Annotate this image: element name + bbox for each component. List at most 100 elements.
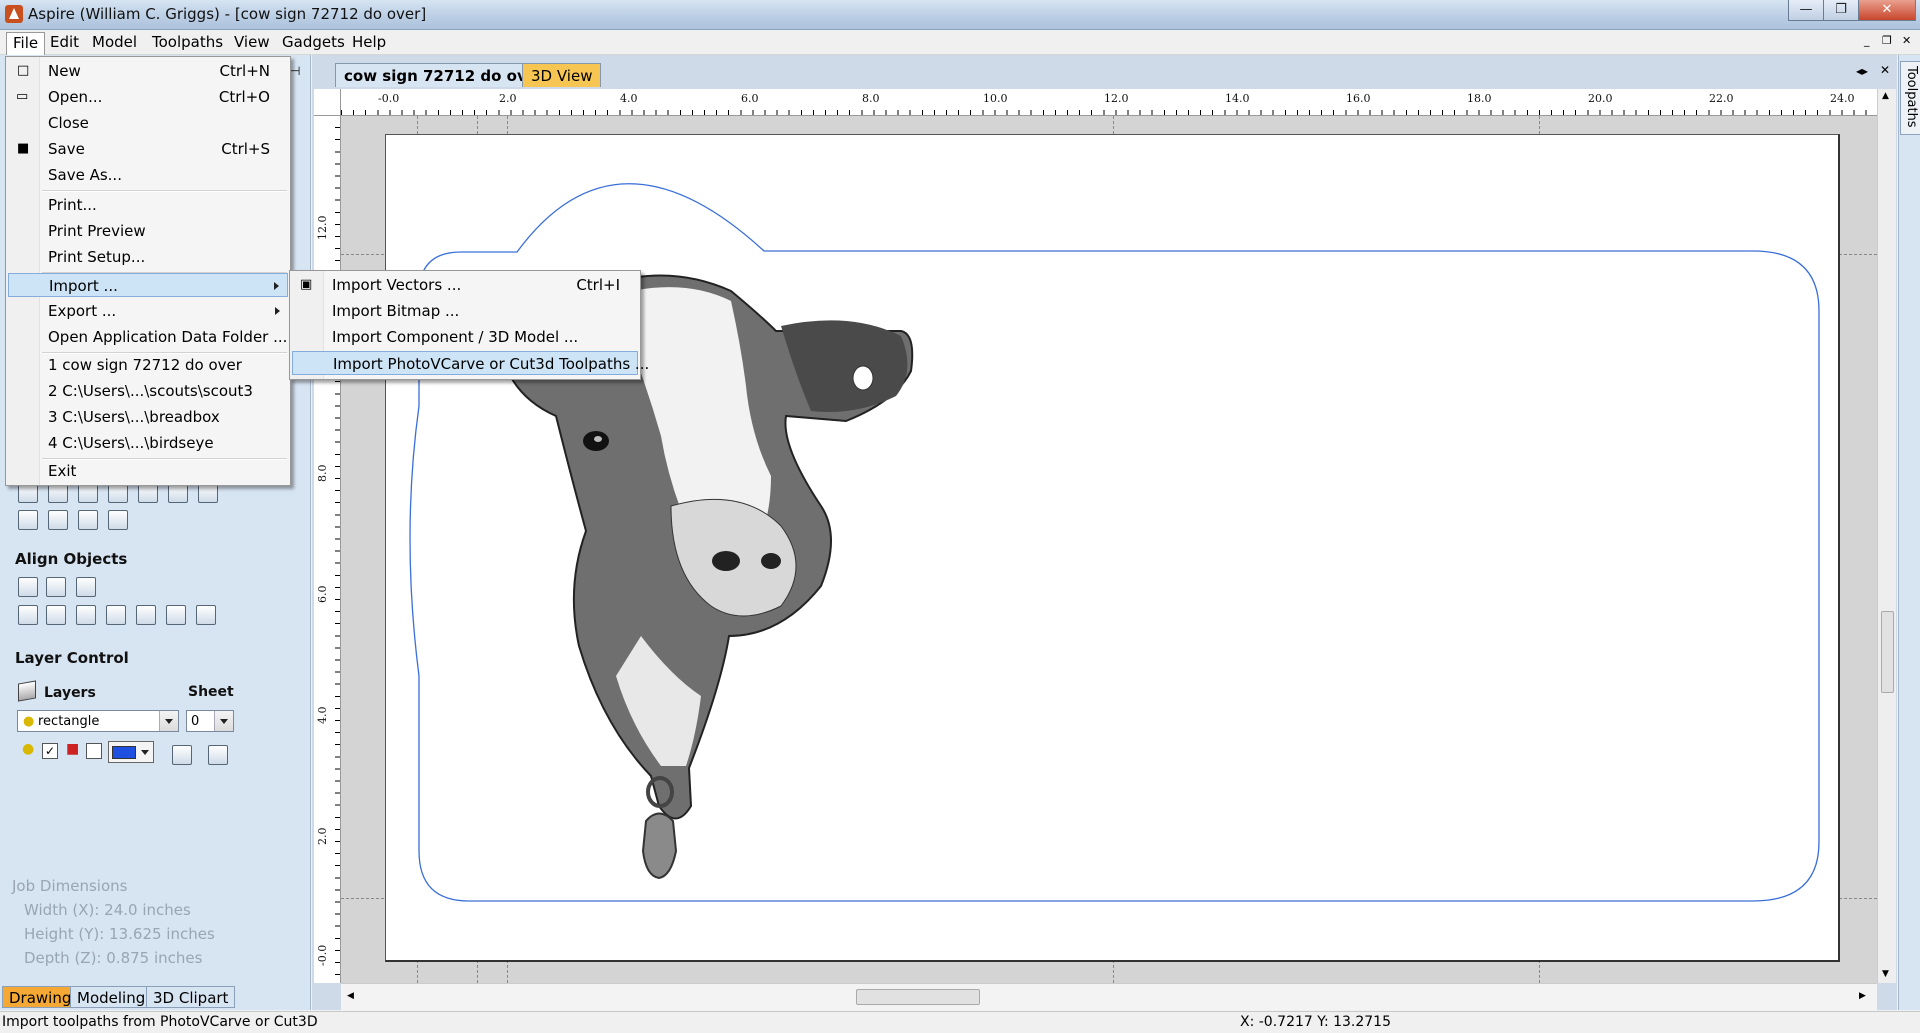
menu-item-import[interactable]: Import ... <box>8 273 288 297</box>
fillet-icon[interactable] <box>78 483 98 503</box>
node-edit-icon[interactable] <box>18 483 38 503</box>
tab-3d-view[interactable]: 3D View <box>522 63 602 87</box>
trim-icon[interactable] <box>138 483 158 503</box>
scroll-up-arrow-icon[interactable]: ▲ <box>1882 91 1889 101</box>
vruler-label: 8.0 <box>316 464 329 483</box>
align-right-icon[interactable] <box>76 605 96 625</box>
menu-item-new[interactable]: □ New Ctrl+N <box>8 59 288 83</box>
menu-toolpaths[interactable]: Toolpaths <box>146 32 229 52</box>
menu-help[interactable]: Help <box>346 32 392 52</box>
align-left-icon[interactable] <box>46 605 66 625</box>
drawing-canvas[interactable] <box>341 116 1877 983</box>
offset-icon[interactable] <box>48 483 68 503</box>
menu-model[interactable]: Model <box>86 32 143 52</box>
pin-icon[interactable]: ⊣ <box>290 64 300 78</box>
scroll-right-arrow-icon[interactable]: ▶ <box>1859 991 1866 1001</box>
hruler-label: 10.0 <box>983 92 1008 105</box>
align-top-icon[interactable] <box>106 605 126 625</box>
menu-item-recent-1[interactable]: 1 cow sign 72712 do over <box>8 353 288 377</box>
close-window-button[interactable]: ✕ <box>1858 0 1916 21</box>
job-width: Width (X): 24.0 inches <box>24 901 191 919</box>
scissors-icon[interactable] <box>198 483 218 503</box>
menu-item-print[interactable]: Print... <box>8 193 288 217</box>
layer-lock-checkbox[interactable] <box>86 743 102 759</box>
menu-item-open-app-data-folder[interactable]: Open Application Data Folder ... <box>8 325 288 349</box>
layer-properties-icon[interactable] <box>208 745 228 765</box>
layer-color-picker[interactable] <box>108 741 154 763</box>
menu-item-exit[interactable]: Exit <box>8 459 288 483</box>
window-title: Aspire (William C. Griggs) - [cow sign 7… <box>28 5 427 23</box>
layer-select-value: rectangle <box>38 714 100 729</box>
menu-item-export[interactable]: Export ... <box>8 299 288 323</box>
layer-control-heading: Layer Control <box>15 649 129 667</box>
menu-item-save-as[interactable]: Save As... <box>8 163 288 187</box>
layer-visible-lightbulb-icon[interactable]: ● <box>22 741 34 757</box>
align-bottom-icon[interactable] <box>136 605 156 625</box>
tab-modeling[interactable]: Modeling <box>70 986 153 1008</box>
tab-scroll-arrows-icon[interactable]: ◂▸ <box>1856 64 1868 78</box>
menu-item-import-bitmap[interactable]: Import Bitmap ... <box>292 299 638 323</box>
mdi-close-button[interactable]: ✕ <box>1902 34 1911 47</box>
menu-item-print-preview[interactable]: Print Preview <box>8 219 288 243</box>
menu-edit[interactable]: Edit <box>44 32 85 52</box>
menu-item-import-photovcarve-toolpaths[interactable]: Import PhotoVCarve or Cut3d Toolpaths ..… <box>292 351 649 375</box>
align-h-center-icon[interactable] <box>166 605 186 625</box>
sheet-label: Sheet <box>188 684 234 700</box>
menu-item-import-component[interactable]: Import Component / 3D Model ... <box>292 325 638 349</box>
toolpaths-side-tab[interactable]: Toolpaths <box>1900 61 1920 135</box>
toolpaths-side-tab-label: Toolpaths <box>1904 66 1919 128</box>
maximize-button[interactable]: ❐ <box>1823 0 1859 21</box>
align-page-center-icon[interactable] <box>18 605 38 625</box>
layer-visible-checkbox[interactable]: ✓ <box>42 743 58 759</box>
scroll-left-arrow-icon[interactable]: ◀ <box>347 991 354 1001</box>
extend-icon[interactable] <box>168 483 188 503</box>
curve-fit-icon[interactable] <box>78 510 98 530</box>
horizontal-scrollbar[interactable]: ◀ ▶ <box>341 983 1877 1010</box>
align-horizontal-icon[interactable] <box>46 577 66 597</box>
menu-view[interactable]: View <box>228 32 276 52</box>
title-bar: Aspire (William C. Griggs) - [cow sign 7… <box>0 0 1920 30</box>
tab-drawing[interactable]: Drawing <box>2 986 79 1008</box>
menu-item-save[interactable]: ■ Save Ctrl+S <box>8 137 288 161</box>
menu-file[interactable]: File <box>6 32 46 55</box>
align-v-center-icon[interactable] <box>196 605 216 625</box>
vertical-scroll-thumb[interactable] <box>1881 611 1894 693</box>
closed-vector-icon[interactable] <box>18 510 38 530</box>
menu-item-recent-4[interactable]: 4 C:\Users\...\birdseye <box>8 431 288 455</box>
menu-bar: File Edit Model Toolpaths View Gadgets H… <box>0 30 1920 55</box>
align-center-icon[interactable] <box>18 577 38 597</box>
align-vertical-icon[interactable] <box>76 577 96 597</box>
sheet-select[interactable]: 0 <box>186 710 234 732</box>
minimize-button[interactable]: — <box>1788 0 1824 21</box>
horizontal-scroll-thumb[interactable] <box>856 989 980 1005</box>
tab-3d-clipart[interactable]: 3D Clipart <box>146 986 236 1008</box>
hruler-label: 22.0 <box>1709 92 1734 105</box>
menu-gadgets[interactable]: Gadgets <box>276 32 351 52</box>
smooth-icon[interactable] <box>108 510 128 530</box>
close-view-icon[interactable]: ✕ <box>1880 63 1890 77</box>
menu-item-open[interactable]: ▭ Open... Ctrl+O <box>8 85 288 109</box>
mdi-restore-button[interactable]: ❐ <box>1882 34 1892 47</box>
menu-item-recent-2[interactable]: 2 C:\Users\...\scouts\scout3 <box>8 379 288 403</box>
cursor-coordinates: X: -0.7217 Y: 13.2715 <box>1240 1014 1391 1030</box>
menu-item-print-setup[interactable]: Print Setup... <box>8 245 288 269</box>
layer-select[interactable]: ● rectangle <box>17 710 179 732</box>
layer-manager-icon[interactable] <box>172 745 192 765</box>
menu-item-close[interactable]: Close <box>8 111 288 135</box>
menu-item-recent-3[interactable]: 3 C:\Users\...\breadbox <box>8 405 288 429</box>
mdi-minimize-button[interactable]: _ <box>1864 34 1870 47</box>
menu-item-import-vectors[interactable]: ▣ Import Vectors ... Ctrl+I <box>292 273 638 297</box>
lock-icon: ■ <box>66 741 80 757</box>
hruler-label: 14.0 <box>1225 92 1250 105</box>
new-file-icon: □ <box>17 63 30 78</box>
vruler-label: 4.0 <box>316 706 329 725</box>
join-icon[interactable] <box>48 510 68 530</box>
chevron-right-icon <box>275 307 280 315</box>
tab-2d-view[interactable]: cow sign 72712 do over <box>335 63 554 87</box>
weld-icon[interactable] <box>108 483 128 503</box>
hruler-label: 6.0 <box>741 92 759 105</box>
import-submenu: ▣ Import Vectors ... Ctrl+I Import Bitmap… <box>289 270 649 380</box>
aspire-app-icon[interactable] <box>5 5 23 23</box>
scroll-down-arrow-icon[interactable]: ▼ <box>1882 969 1889 979</box>
vertical-scrollbar[interactable]: ▲ ▼ <box>1877 89 1896 983</box>
